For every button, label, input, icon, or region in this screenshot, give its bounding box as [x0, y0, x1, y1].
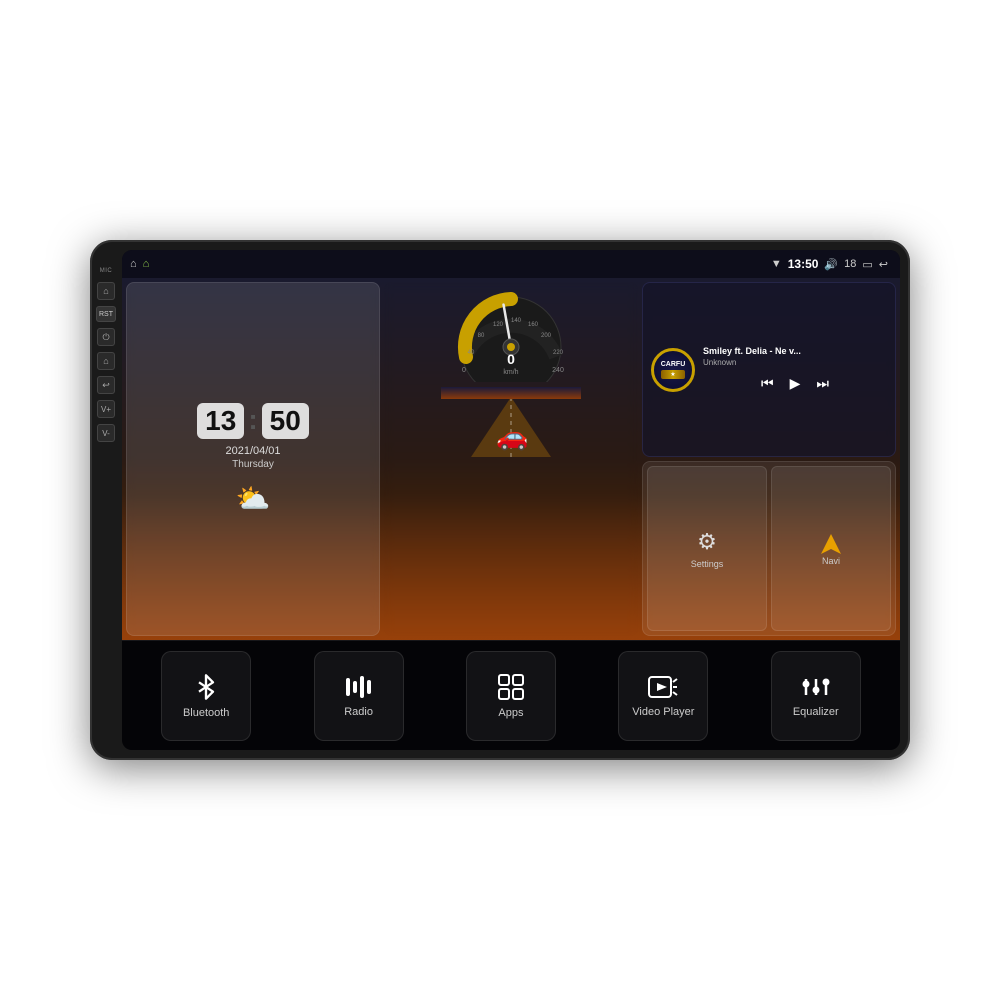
- rst-button[interactable]: RST: [96, 306, 116, 322]
- status-bar: ⌂ ⌂ ▼ 13:50 🔊 18 ▭ ↩: [122, 250, 900, 278]
- carfu-text: CARFU: [661, 361, 686, 368]
- video-player-button[interactable]: Video Player: [618, 651, 708, 741]
- svg-text:km/h: km/h: [503, 369, 518, 376]
- battery-icon: ▭: [862, 258, 872, 271]
- settings-navi-inner: ⚙ Settings Navi: [647, 466, 891, 631]
- volume-level: 18: [844, 258, 856, 270]
- music-title: Smiley ft. Delia - Ne v...: [703, 346, 887, 356]
- music-widget[interactable]: CARFU ★ Smiley ft. Delia - Ne v... Unkno…: [642, 282, 896, 457]
- apps-label: Apps: [498, 707, 523, 719]
- screen: ⌂ ⌂ ▼ 13:50 🔊 18 ▭ ↩ 13 : 50 2021/04/01 …: [122, 250, 900, 750]
- music-artist: Unknown: [703, 358, 887, 367]
- back-nav-icon[interactable]: ↩: [879, 258, 888, 271]
- apps-icon: [497, 673, 525, 701]
- music-controls: ⏮ ▶ ⏭: [703, 373, 887, 394]
- speedometer-display: 0 40 80 120 140 160 200 220 240: [384, 282, 638, 636]
- settings-label: Settings: [691, 559, 724, 569]
- equalizer-icon: [801, 674, 831, 700]
- prev-button[interactable]: ⏮: [757, 373, 778, 394]
- carfu-logo: CARFU ★: [651, 348, 695, 392]
- svg-text:240: 240: [552, 367, 564, 374]
- svg-text:220: 220: [553, 350, 564, 356]
- svg-text:140: 140: [511, 318, 522, 324]
- logo-ribbon: ★: [661, 370, 686, 379]
- equalizer-button[interactable]: Equalizer: [771, 651, 861, 741]
- equalizer-label: Equalizer: [793, 706, 839, 718]
- svg-text:160: 160: [528, 322, 539, 328]
- clock-widget[interactable]: 13 : 50 2021/04/01 Thursday ⛅: [126, 282, 380, 636]
- navi-button[interactable]: Navi: [771, 466, 891, 631]
- apps-button[interactable]: Apps: [466, 651, 556, 741]
- side-buttons-panel: MIC ⌂ RST ⏻ ⌂ ↩ V+ V-: [90, 250, 122, 750]
- speedometer-widget[interactable]: 0 40 80 120 140 160 200 220 240: [384, 282, 638, 636]
- play-button[interactable]: ▶: [786, 373, 805, 394]
- bluetooth-button[interactable]: Bluetooth: [161, 651, 251, 741]
- vol-down-button[interactable]: V-: [97, 424, 115, 442]
- clock-display: 13 : 50: [197, 403, 309, 439]
- volume-icon: 🔊: [824, 258, 838, 271]
- home2-button[interactable]: ⌂: [97, 352, 115, 370]
- mic-label: MIC: [100, 268, 113, 274]
- status-home-icons: ⌂ ⌂: [130, 258, 149, 270]
- bottom-bar: Bluetooth Radio: [122, 640, 900, 750]
- settings-button[interactable]: ⚙ Settings: [647, 466, 767, 631]
- power-button[interactable]: ⏻: [97, 328, 115, 346]
- svg-text:0: 0: [462, 367, 466, 374]
- svg-text:🚗: 🚗: [496, 421, 528, 451]
- settings-navi-widget: ⚙ Settings Navi: [642, 461, 896, 636]
- radio-label: Radio: [344, 706, 373, 718]
- vol-up-button[interactable]: V+: [97, 400, 115, 418]
- next-button[interactable]: ⏭: [812, 373, 833, 394]
- music-player-content: CARFU ★ Smiley ft. Delia - Ne v... Unkno…: [651, 346, 887, 394]
- radio-button[interactable]: Radio: [314, 651, 404, 741]
- music-info: Smiley ft. Delia - Ne v... Unknown ⏮ ▶ ⏭: [703, 346, 887, 394]
- road-svg: 🚗: [441, 387, 581, 457]
- navi-label: Navi: [822, 556, 840, 566]
- svg-text:0: 0: [507, 351, 515, 367]
- status-home-icon: ⌂: [130, 258, 137, 270]
- weather-icon: ⛅: [236, 482, 271, 515]
- svg-text:80: 80: [478, 333, 485, 339]
- back-button[interactable]: ↩: [97, 376, 115, 394]
- status-time: 13:50: [788, 257, 819, 271]
- wifi-icon: ▼: [771, 258, 782, 270]
- video-icon: [648, 674, 678, 700]
- settings-icon: ⚙: [697, 529, 717, 555]
- main-grid: 13 : 50 2021/04/01 Thursday ⛅: [122, 278, 900, 640]
- home-button[interactable]: ⌂: [97, 282, 115, 300]
- clock-minutes: 50: [262, 403, 309, 439]
- clock-hours: 13: [197, 403, 244, 439]
- radio-icon: [344, 674, 374, 700]
- clock-date: 2021/04/01: [225, 445, 280, 457]
- clock-day: Thursday: [232, 459, 274, 470]
- svg-text:120: 120: [493, 322, 504, 328]
- navi-icon: [819, 532, 843, 556]
- status-home2-icon: ⌂: [143, 258, 150, 270]
- bluetooth-label: Bluetooth: [183, 707, 229, 719]
- car-road-scene: 🚗: [384, 382, 638, 462]
- car-head-unit: MIC ⌂ RST ⏻ ⌂ ↩ V+ V- ⌂ ⌂ ▼ 13:50 🔊 18 ▭…: [90, 240, 910, 760]
- bluetooth-icon-proper: [192, 673, 220, 701]
- svg-text:200: 200: [541, 333, 552, 339]
- svg-text:40: 40: [468, 350, 475, 356]
- video-player-label: Video Player: [632, 706, 694, 718]
- speedometer-svg: 0 40 80 120 140 160 200 220 240: [446, 282, 576, 382]
